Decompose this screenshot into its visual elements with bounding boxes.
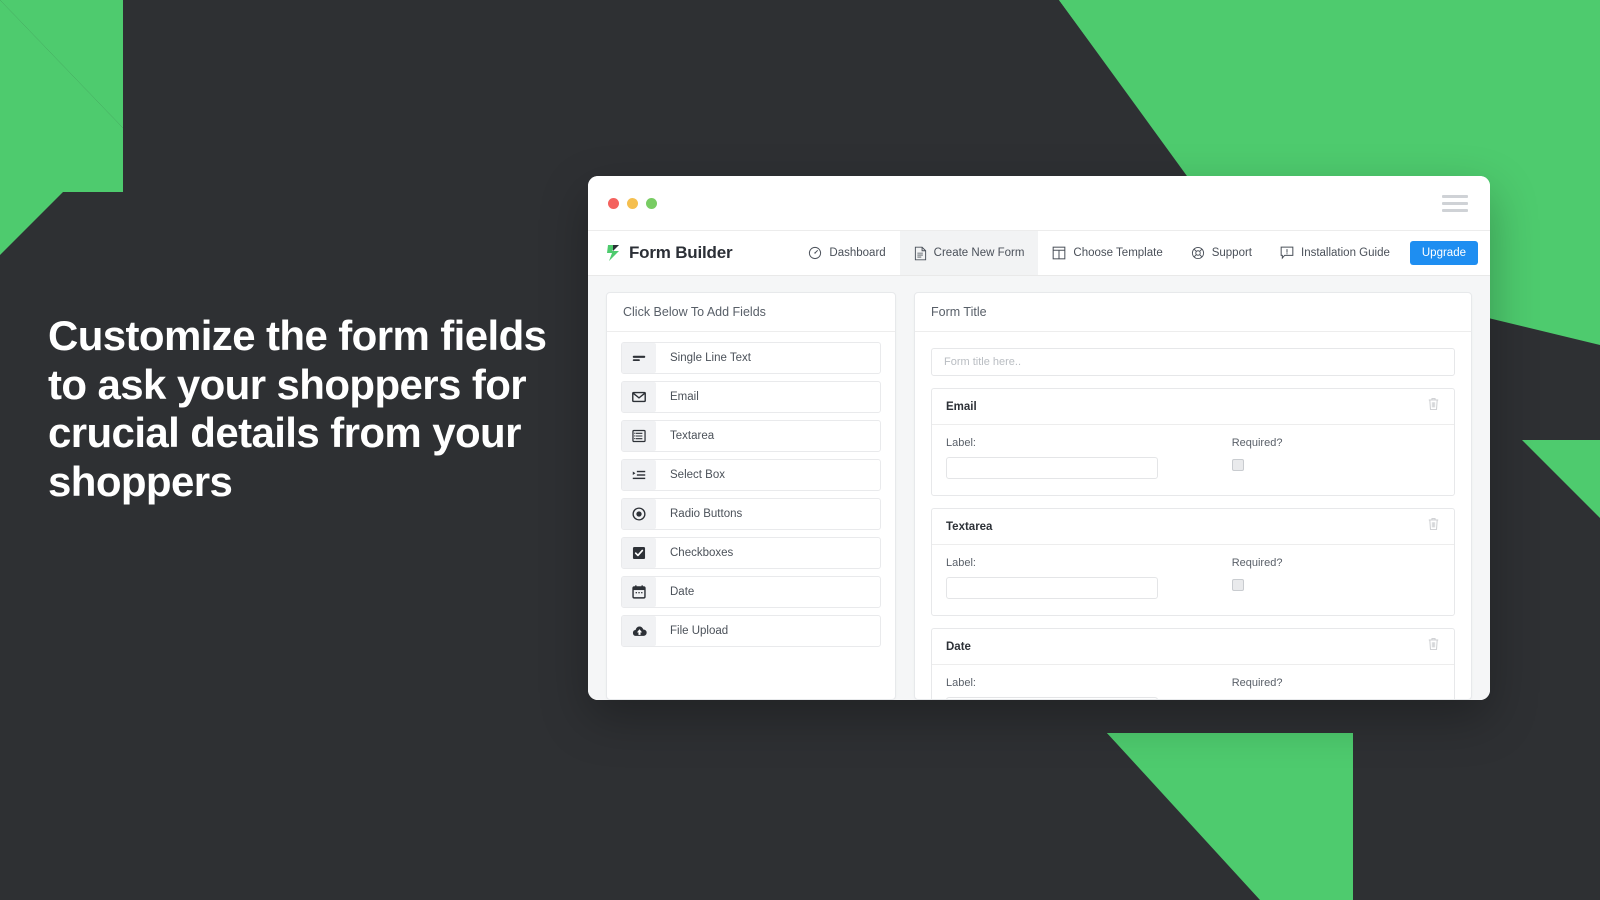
- field-card-date: Date Label: Required?: [931, 628, 1455, 699]
- required-caption: Required?: [1231, 437, 1283, 449]
- speedometer-icon: [809, 246, 822, 260]
- nav-item-choose-template[interactable]: Choose Template: [1038, 231, 1176, 275]
- label-caption: Label:: [946, 557, 976, 569]
- add-fields-header: Click Below To Add Fields: [607, 293, 895, 332]
- nav-label: Create New Form: [933, 247, 1025, 259]
- cloud-upload-icon: [622, 616, 656, 646]
- shape-bottom-right-dark: [1353, 700, 1600, 900]
- layout-icon: [1053, 246, 1066, 260]
- field-card-email: Email Label: Required?: [931, 388, 1455, 496]
- field-item-email[interactable]: Email: [621, 381, 881, 413]
- shape-tl-c: [0, 128, 63, 255]
- label-input[interactable]: [946, 697, 1158, 699]
- label-input[interactable]: [946, 577, 1158, 599]
- label-input[interactable]: [946, 457, 1158, 479]
- nav-label: Installation Guide: [1301, 247, 1390, 259]
- close-button[interactable]: [608, 197, 619, 209]
- form-area: Form title here.. Email Label: Required?…: [915, 332, 1471, 699]
- nav-item-dashboard[interactable]: Dashboard: [794, 231, 899, 275]
- single-line-text-icon: [622, 343, 656, 373]
- upgrade-button[interactable]: Upgrade: [1409, 241, 1478, 265]
- minimize-button[interactable]: [627, 197, 638, 209]
- label-caption: Label:: [946, 437, 976, 449]
- form-title-input[interactable]: Form title here..: [931, 348, 1455, 376]
- envelope-icon: [622, 382, 656, 412]
- calendar-icon: [622, 577, 656, 607]
- comment-alert-icon: [1280, 246, 1294, 260]
- required-caption: Required?: [1231, 677, 1283, 689]
- brand-name: Form Builder: [629, 243, 733, 262]
- nav-item-create-new-form[interactable]: Create New Form: [899, 231, 1039, 275]
- field-item-select-box[interactable]: Select Box: [621, 459, 881, 491]
- nav-label: Dashboard: [829, 247, 886, 259]
- label-caption: Label:: [946, 677, 976, 689]
- nav-label: Support: [1211, 247, 1252, 259]
- field-card-header: Date: [932, 629, 1454, 665]
- nav-item-installation-guide[interactable]: Installation Guide: [1266, 231, 1404, 275]
- field-card-body: Label: Required?: [932, 665, 1454, 699]
- field-card-header: Textarea: [932, 509, 1454, 545]
- hamburger-icon[interactable]: [1442, 194, 1468, 212]
- app-navbar: Form Builder Dashboard Create New Form C…: [588, 230, 1490, 276]
- field-label: Textarea: [670, 430, 715, 442]
- window-titlebar: [588, 176, 1490, 230]
- lifebuoy-icon: [1191, 246, 1204, 260]
- green-arrow-logo-icon: [607, 245, 619, 261]
- radio-button-icon: [622, 499, 656, 529]
- field-card-textarea: Textarea Label: Required?: [931, 508, 1455, 616]
- field-item-file-upload[interactable]: File Upload: [621, 615, 881, 647]
- field-card-header: Email: [932, 389, 1454, 425]
- field-card-body: Label: Required?: [932, 425, 1454, 495]
- field-item-radio-buttons[interactable]: Radio Buttons: [621, 498, 881, 530]
- field-item-textarea[interactable]: Textarea: [621, 420, 881, 452]
- trash-icon[interactable]: [1427, 397, 1440, 416]
- page-headline: Customize the form fields to ask your sh…: [48, 312, 547, 506]
- field-card-body: Label: Required?: [932, 545, 1454, 615]
- window-body: Click Below To Add Fields Single Line Te…: [588, 276, 1490, 700]
- field-label: Checkboxes: [670, 547, 734, 559]
- required-checkbox[interactable]: [1231, 459, 1244, 471]
- trash-icon[interactable]: [1427, 517, 1440, 536]
- nav-items: Dashboard Create New Form Choose Templat…: [794, 231, 1490, 275]
- field-label: Date: [670, 586, 695, 598]
- field-item-date[interactable]: Date: [621, 576, 881, 608]
- field-list: Single Line Text Email Textarea Select B…: [607, 332, 895, 654]
- form-editor-panel: Form Title Form title here.. Email Label…: [914, 292, 1472, 700]
- field-item-checkboxes[interactable]: Checkboxes: [621, 537, 881, 569]
- field-label: Single Line Text: [670, 352, 751, 364]
- form-editor-header: Form Title: [915, 293, 1471, 332]
- document-icon: [914, 246, 926, 260]
- brand[interactable]: Form Builder: [606, 231, 733, 275]
- app-window: Form Builder Dashboard Create New Form C…: [588, 176, 1490, 700]
- nav-item-support[interactable]: Support: [1177, 231, 1266, 275]
- required-checkbox[interactable]: [1231, 579, 1244, 591]
- select-box-icon: [622, 460, 656, 490]
- field-label: File Upload: [670, 625, 729, 637]
- required-caption: Required?: [1231, 557, 1283, 569]
- field-item-single-line-text[interactable]: Single Line Text: [621, 342, 881, 374]
- checkbox-icon: [622, 538, 656, 568]
- trash-icon[interactable]: [1427, 637, 1440, 656]
- textarea-icon: [622, 421, 656, 451]
- add-fields-panel: Click Below To Add Fields Single Line Te…: [606, 292, 896, 700]
- field-label: Email: [670, 391, 699, 403]
- window-controls: [608, 197, 657, 209]
- field-label: Select Box: [670, 469, 725, 481]
- field-card-title: Date: [946, 640, 971, 653]
- field-card-title: Email: [946, 400, 977, 413]
- shape-bottom-main: [1107, 733, 1353, 900]
- field-label: Radio Buttons: [670, 508, 743, 520]
- field-card-title: Textarea: [946, 520, 993, 533]
- maximize-button[interactable]: [646, 197, 657, 209]
- nav-label: Choose Template: [1073, 247, 1163, 259]
